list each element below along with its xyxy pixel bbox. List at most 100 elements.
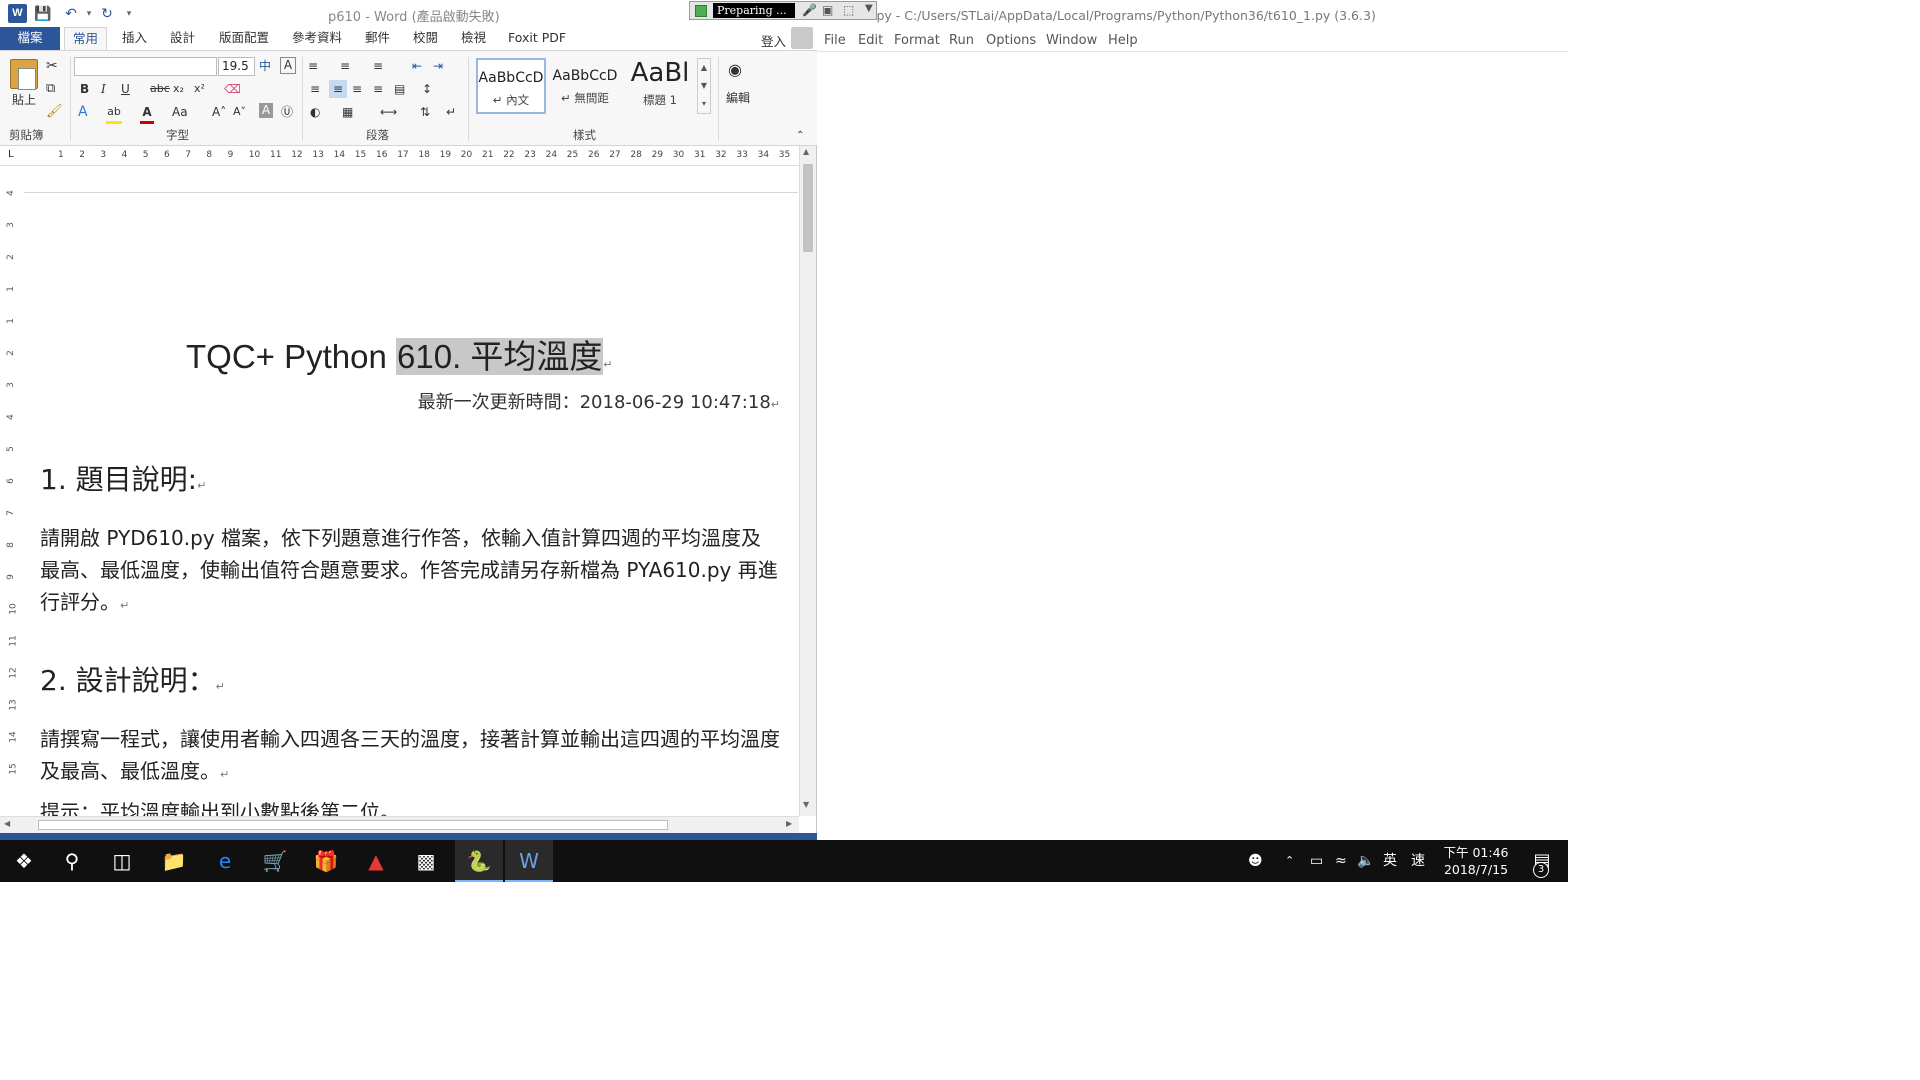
save-icon[interactable]: 💾 [34, 5, 52, 23]
recorder-menu-icon[interactable]: ▼ [865, 3, 873, 14]
superscript-button[interactable]: x² [194, 80, 205, 98]
camera-off-icon[interactable]: ▣ [822, 3, 833, 17]
tab-home[interactable]: 常用 [64, 27, 108, 51]
task-view-icon[interactable]: ◫ [98, 840, 146, 882]
styles-scroll-icon[interactable]: ▲ ▼ ▾ [697, 58, 711, 114]
tab-insert[interactable]: 插入 [114, 27, 155, 50]
file-explorer-icon[interactable]: 📁 [150, 840, 198, 882]
tab-mailings[interactable]: 郵件 [357, 27, 398, 50]
start-windows-icon[interactable]: ❖ [0, 840, 48, 882]
menu-file[interactable]: File [824, 33, 846, 48]
customize-qat-icon[interactable]: ▾ [120, 5, 138, 23]
horizontal-scrollbar[interactable]: ◀ ▶ [0, 816, 799, 833]
collapse-ribbon-icon[interactable]: ⌃ [796, 127, 804, 145]
tab-review[interactable]: 校閱 [405, 27, 446, 50]
scroll-right-icon[interactable]: ▶ [786, 819, 792, 828]
bullets-icon[interactable]: ≡ [308, 57, 318, 75]
edge-browser-icon[interactable]: e [201, 840, 249, 882]
battery-icon[interactable]: ▭ [1310, 840, 1323, 882]
menu-format[interactable]: Format [894, 33, 940, 48]
undo-dropdown-icon[interactable]: ▾ [80, 5, 98, 23]
horizontal-ruler[interactable]: L 1 2 3 4 5 6 7 8 9 10 11 12 13 14 15 16 17 18 19 20 21 22 23 2… [0, 146, 800, 166]
decrease-indent-icon[interactable]: ⇤ [412, 57, 422, 75]
tab-foxit-pdf[interactable]: Foxit PDF [500, 27, 574, 50]
record-status-icon[interactable] [695, 5, 707, 17]
sort-icon[interactable]: ⇅ [420, 103, 430, 121]
store-icon[interactable]: 🛒 [251, 840, 299, 882]
volume-icon[interactable]: 🔈 [1357, 840, 1374, 882]
font-name-box[interactable] [74, 57, 217, 76]
justify-icon[interactable]: ≡ [373, 80, 383, 98]
style-heading-1[interactable]: AaBl 標題 1 [624, 58, 696, 114]
wifi-icon[interactable]: ≈ [1335, 840, 1347, 882]
tab-file[interactable]: 檔案 [0, 27, 60, 50]
tab-view[interactable]: 檢視 [453, 27, 494, 50]
idle-text-area[interactable] [817, 53, 1568, 840]
scroll-up-icon[interactable]: ▲ [803, 147, 809, 156]
command-prompt-icon[interactable]: ▩ [402, 840, 450, 882]
italic-button[interactable]: I [101, 80, 106, 98]
ime-mode[interactable]: 速 [1411, 840, 1425, 882]
line-spacing-icon[interactable]: ↕ [422, 80, 432, 98]
tab-selector-icon[interactable]: L [8, 149, 14, 160]
find-binoculars-icon[interactable]: ◉ [728, 61, 742, 79]
pdf-reader-icon[interactable]: ▲ [352, 840, 400, 882]
char-shading-icon[interactable]: A [259, 103, 273, 118]
strikethrough-button[interactable]: abc [150, 80, 170, 98]
subscript-button[interactable]: x₂ [173, 80, 184, 98]
editing-button[interactable]: 編輯 [726, 89, 750, 107]
menu-run[interactable]: Run [949, 33, 974, 48]
tab-design[interactable]: 設計 [162, 27, 203, 50]
microphone-icon[interactable]: 🎤 [802, 3, 817, 17]
numbering-icon[interactable]: ≡ [340, 57, 350, 75]
highlight-color-icon[interactable]: ab [106, 103, 122, 124]
account-avatar[interactable] [791, 27, 813, 49]
cut-icon[interactable]: ✂ [46, 57, 58, 75]
ime-language[interactable]: 英 [1383, 840, 1397, 882]
increase-indent-icon[interactable]: ⇥ [433, 57, 443, 75]
people-icon[interactable]: ☻ [1248, 840, 1263, 882]
menu-edit[interactable]: Edit [858, 33, 883, 48]
vertical-scrollbar[interactable]: ▲ ▼ [799, 146, 816, 816]
menu-options[interactable]: Options [986, 33, 1036, 48]
clock[interactable]: 下午 01:46 2018/7/15 [1436, 844, 1516, 878]
region-select-icon[interactable]: ⬚ [843, 3, 854, 17]
shrink-font-icon[interactable]: A˅ [233, 103, 246, 121]
distributed-icon[interactable]: ▤ [394, 80, 405, 98]
paste-button[interactable]: 貼上 [12, 91, 36, 109]
menu-help[interactable]: Help [1108, 33, 1138, 48]
scroll-left-icon[interactable]: ◀ [4, 819, 10, 828]
sign-in-link[interactable]: 登入 [761, 31, 786, 50]
asian-layout-icon[interactable]: ⟷ [380, 103, 397, 121]
bold-button[interactable]: B [80, 80, 89, 98]
text-effects-icon[interactable]: A [78, 103, 88, 121]
tab-references[interactable]: 參考資料 [284, 27, 350, 50]
change-case-icon[interactable]: Aa [172, 103, 188, 121]
align-right-icon[interactable]: ≡ [352, 80, 362, 98]
grow-font-icon[interactable]: A˄ [212, 103, 226, 121]
redo-icon[interactable]: ↻ [98, 5, 116, 23]
paste-icon[interactable] [10, 59, 38, 90]
tab-layout[interactable]: 版面配置 [211, 27, 277, 50]
scroll-down-icon[interactable]: ▼ [803, 800, 809, 809]
vertical-scroll-thumb[interactable] [803, 164, 813, 252]
char-border-icon[interactable]: A [280, 57, 296, 74]
word-app-icon[interactable]: W [8, 4, 27, 23]
show-marks-icon[interactable]: ↵ [446, 103, 456, 121]
enclose-char-icon[interactable]: Ⓤ [281, 103, 293, 121]
phonetic-guide-icon[interactable]: 中 [259, 57, 271, 75]
align-left-icon[interactable]: ≡ [310, 80, 320, 98]
document-page[interactable]: TQC+ Python 610. 平均溫度↵ 最新一次更新時間：2018-06-… [24, 168, 798, 816]
style-normal[interactable]: AaBbCcD ↵ 內文 [476, 58, 546, 114]
undo-icon[interactable]: ↶ [62, 5, 80, 23]
multilevel-list-icon[interactable]: ≡ [373, 57, 383, 75]
font-color-icon[interactable]: A [140, 103, 154, 124]
search-icon[interactable]: ⚲ [48, 840, 96, 882]
menu-window[interactable]: Window [1046, 33, 1097, 48]
python-idle-taskbar-icon[interactable]: 🐍 [455, 840, 503, 882]
underline-button[interactable]: U [121, 80, 130, 98]
font-size-box[interactable]: 19.5 [218, 57, 255, 76]
tray-overflow-icon[interactable]: ⌃ [1285, 840, 1294, 882]
horizontal-scroll-thumb[interactable] [38, 820, 668, 830]
borders-icon[interactable]: ▦ [342, 103, 353, 121]
